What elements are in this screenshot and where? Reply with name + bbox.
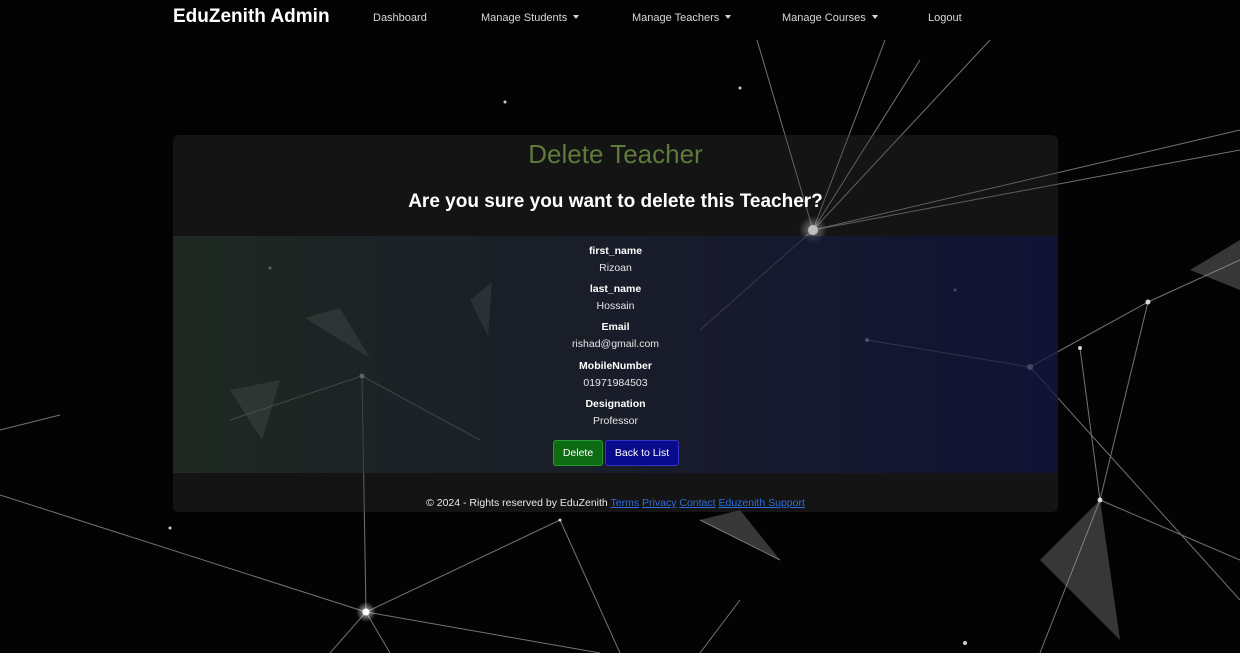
last-name-value: Hossain [596,300,635,312]
back-to-list-button[interactable]: Back to List [605,440,679,466]
last-name-label: last_name [589,283,642,295]
nav-manage-students-dropdown[interactable]: Manage Students [481,12,580,24]
designation-value: Professor [593,415,638,427]
delete-button[interactable]: Delete [553,440,603,466]
first-name-value: Rizoan [599,262,632,274]
email-value: rishad@gmail.com [571,338,660,350]
top-navbar: EduZenith Admin Dashboard Manage Student… [0,0,1240,38]
chevron-down-icon [871,15,878,20]
nav-manage-courses-label: Manage Courses [782,12,866,24]
page-title: Delete Teacher [528,139,703,169]
first-name-label: first_name [588,245,643,257]
confirm-question: Are you sure you want to delete this Tea… [408,191,823,212]
nav-manage-teachers-label: Manage Teachers [632,12,720,24]
mobile-number-value: 01971984503 [583,377,648,389]
footer-link-support[interactable]: Eduzenith Support [718,497,804,509]
nav-dashboard[interactable]: Dashboard [373,12,427,24]
footer-link-contact[interactable]: Contact [679,497,715,509]
mobile-number-label: MobileNumber [579,360,652,372]
footer-link-privacy[interactable]: Privacy [642,497,676,509]
delete-teacher-card: Delete Teacher Are you sure you want to … [173,135,1058,512]
chevron-down-icon [725,15,732,20]
nav-manage-courses-dropdown[interactable]: Manage Courses [782,12,878,24]
teacher-details-panel: first_name Rizoan last_name Hossain Emai… [173,236,1058,473]
footer-copyright: © 2024 - Rights reserved by EduZenith [426,497,608,509]
chevron-down-icon [573,15,580,20]
nav-logout[interactable]: Logout [928,12,962,24]
designation-label: Designation [585,398,646,410]
brand-logo-text[interactable]: EduZenith Admin [173,6,330,28]
email-label: Email [601,321,630,333]
nav-manage-teachers-dropdown[interactable]: Manage Teachers [632,12,732,24]
footer: © 2024 - Rights reserved by EduZenith Te… [173,497,1058,509]
nav-manage-students-label: Manage Students [481,12,568,24]
footer-link-terms[interactable]: Terms [611,497,640,509]
